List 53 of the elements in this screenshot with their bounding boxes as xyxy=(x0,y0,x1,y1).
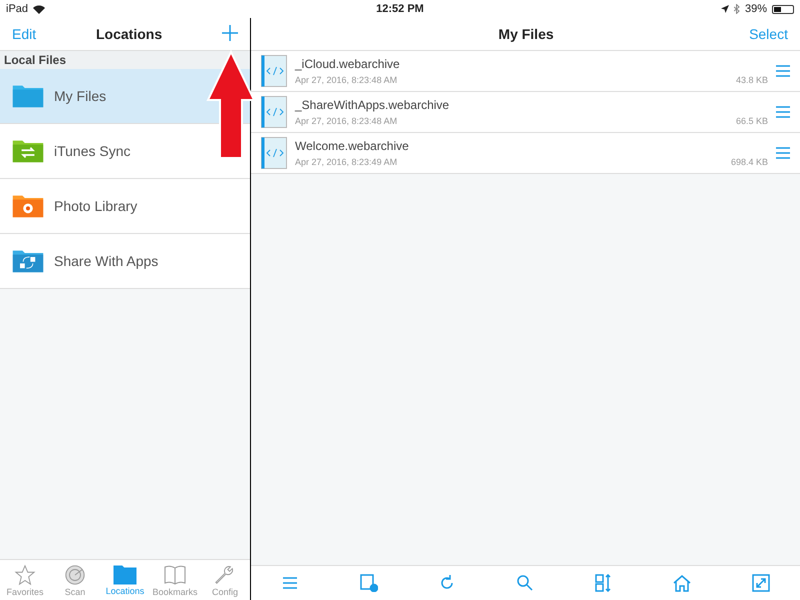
book-icon xyxy=(163,564,187,586)
search-icon[interactable] xyxy=(516,574,534,592)
wifi-icon xyxy=(33,4,46,14)
nav-title: Locations xyxy=(96,26,162,42)
file-date: Apr 27, 2016, 8:23:48 AM xyxy=(295,116,398,126)
menu-icon[interactable] xyxy=(776,147,790,159)
wrench-icon xyxy=(214,564,236,586)
expand-icon[interactable] xyxy=(752,574,770,592)
folder-icon xyxy=(12,193,44,219)
battery-percent: 39% xyxy=(744,3,768,15)
location-label: My Files xyxy=(54,88,106,104)
location-item[interactable]: Photo Library xyxy=(0,179,250,234)
location-icon xyxy=(720,5,729,13)
menu-icon[interactable] xyxy=(776,65,790,77)
select-button[interactable]: Select xyxy=(749,26,788,42)
webarchive-file-icon xyxy=(261,137,287,169)
file-size: 698.4 KB xyxy=(730,157,768,167)
file-name: _ShareWithApps.webarchive xyxy=(295,98,450,112)
file-size: 43.8 KB xyxy=(736,75,768,85)
file-size: 66.5 KB xyxy=(736,116,768,126)
folder-icon xyxy=(12,83,44,109)
clock: 12:52 PM xyxy=(375,3,425,15)
section-header: Local Files xyxy=(0,51,250,69)
nav-title: My Files xyxy=(498,26,554,42)
radar-icon xyxy=(64,564,86,586)
device-name: iPad xyxy=(6,3,28,15)
webarchive-file-icon xyxy=(261,55,287,87)
folder-icon xyxy=(12,248,44,274)
bluetooth-icon xyxy=(734,4,740,14)
file-row[interactable]: _ShareWithApps.webarchive Apr 27, 2016, 8:23:48 AM 66.5 KB xyxy=(251,92,800,133)
edit-button[interactable]: Edit xyxy=(12,26,36,42)
menu-icon[interactable] xyxy=(776,106,790,118)
file-name: _iCloud.webarchive xyxy=(295,57,401,71)
battery-icon xyxy=(772,4,794,14)
file-date: Apr 27, 2016, 8:23:48 AM xyxy=(295,75,398,85)
location-item[interactable]: iTunes Sync xyxy=(0,124,250,179)
star-icon xyxy=(14,564,36,586)
folder-icon xyxy=(113,564,137,584)
webarchive-file-icon xyxy=(261,96,287,128)
sort-icon[interactable] xyxy=(594,574,613,592)
file-date: Apr 27, 2016, 8:23:49 AM xyxy=(295,157,398,167)
tab-bar-item[interactable]: Locations xyxy=(100,560,150,600)
location-item[interactable]: Share With Apps xyxy=(0,234,250,289)
file-row[interactable]: Welcome.webarchive Apr 27, 2016, 8:23:49 AM 698.4 KB xyxy=(251,133,800,174)
location-label: Share With Apps xyxy=(54,253,158,269)
folder-icon xyxy=(12,138,44,164)
file-name: Welcome.webarchive xyxy=(295,139,410,153)
home-icon[interactable] xyxy=(673,574,692,592)
location-label: iTunes Sync xyxy=(54,143,131,159)
location-label: Photo Library xyxy=(54,198,138,214)
new-folder-icon[interactable] xyxy=(360,574,378,592)
file-row[interactable]: _iCloud.webarchive Apr 27, 2016, 8:23:48 AM 43.8 KB xyxy=(251,51,800,92)
add-button[interactable] xyxy=(222,24,238,44)
